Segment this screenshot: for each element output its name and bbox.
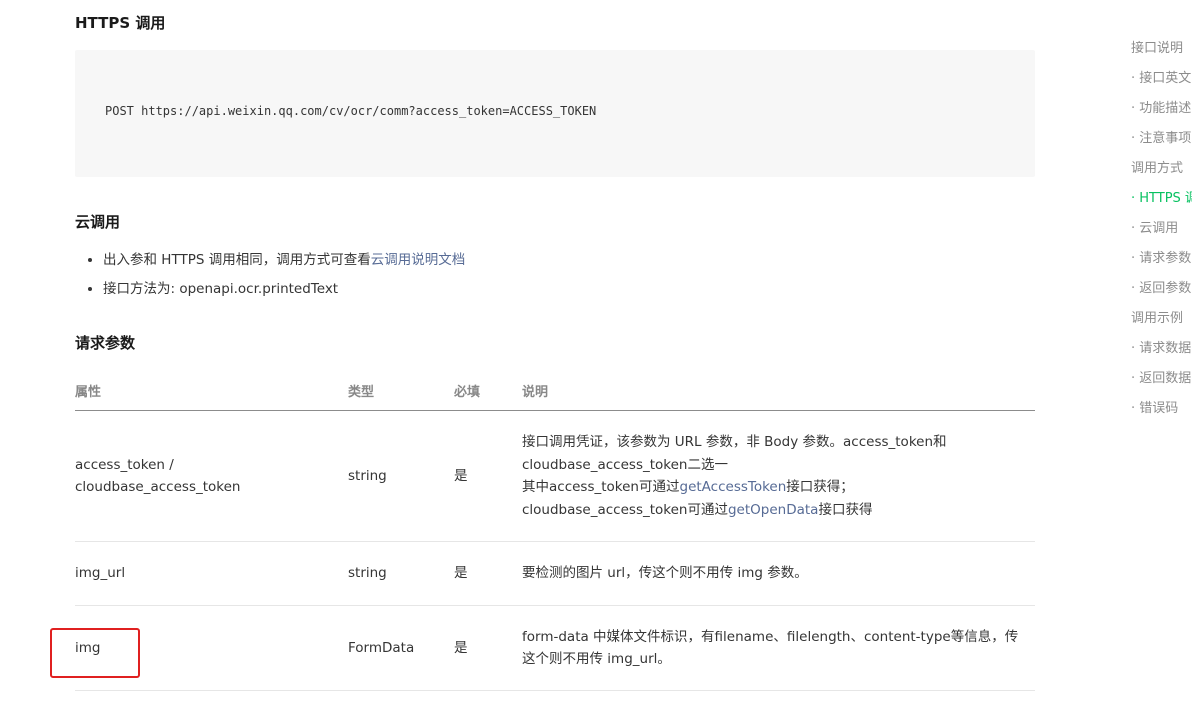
toc-item-return-params[interactable]: · 返回参数: [1131, 274, 1192, 304]
param-required: 是: [454, 541, 522, 606]
cloud-doc-link[interactable]: 云调用说明文档: [371, 252, 466, 268]
toc-item-cloud-call[interactable]: · 云调用: [1131, 214, 1192, 244]
table-header-row: 属性 类型 必填 说明: [75, 370, 1035, 411]
params-section-title: 请求参数: [75, 334, 136, 352]
highlight-annotation-box: [50, 628, 140, 678]
table-row: img FormData 是 form-data 中媒体文件标识，有filena…: [75, 605, 1035, 691]
param-name: img_url: [75, 541, 348, 606]
param-name-cell: access_token / cloudbase_access_token: [75, 410, 348, 542]
param-description: form-data 中媒体文件标识，有filename、filelength、c…: [522, 605, 1035, 691]
toc-item-https[interactable]: · HTTPS 调: [1131, 184, 1192, 214]
toc-item-call-example[interactable]: 调用示例: [1131, 304, 1192, 334]
header-required: 必填: [454, 370, 522, 411]
param-type: string: [348, 410, 454, 542]
desc-text: 接口获得: [818, 501, 873, 518]
cloud-section-title: 云调用: [75, 213, 121, 231]
https-section-title: HTTPS 调用: [75, 14, 166, 32]
table-of-contents: 接口说明 · 接口英文 · 功能描述 · 注意事项 调用方式 · HTTPS 调…: [1131, 34, 1192, 424]
get-access-token-link[interactable]: getAccessToken: [680, 479, 787, 495]
param-name-line: cloudbase_access_token: [75, 479, 241, 495]
code-text: POST https://api.weixin.qq.com/cv/ocr/co…: [105, 104, 597, 118]
desc-line: 其中access_token可通过getAccessToken接口获得；: [522, 476, 1035, 499]
param-description: 接口调用凭证，该参数为 URL 参数，非 Body 参数。access_toke…: [522, 410, 1035, 542]
desc-text: 接口获得；: [786, 479, 854, 495]
toc-item-english-name[interactable]: · 接口英文: [1131, 64, 1192, 94]
param-required: 是: [454, 410, 522, 542]
desc-line: cloudbase_access_token可通过getOpenData接口获得: [522, 499, 1035, 522]
list-item: 接口方法为: openapi.ocr.printedText: [103, 275, 465, 304]
params-table: 属性 类型 必填 说明 access_token / cloudbase_acc…: [75, 370, 1035, 691]
header-type: 类型: [348, 370, 454, 411]
param-name-line: access_token /: [75, 456, 174, 473]
bullet-text: 出入参和 HTTPS 调用相同，调用方式可查看: [103, 252, 371, 268]
param-type: FormData: [348, 605, 454, 691]
desc-text: cloudbase_access_token可通过: [522, 501, 728, 518]
table-row: access_token / cloudbase_access_token st…: [75, 410, 1035, 542]
desc-line: cloudbase_access_token二选一: [522, 456, 728, 473]
cloud-bullet-list: 出入参和 HTTPS 调用相同，调用方式可查看云调用说明文档 接口方法为: op…: [75, 246, 465, 304]
get-open-data-link[interactable]: getOpenData: [728, 502, 818, 518]
list-item: 出入参和 HTTPS 调用相同，调用方式可查看云调用说明文档: [103, 246, 465, 275]
header-attribute: 属性: [75, 370, 348, 411]
toc-item-notes[interactable]: · 注意事项: [1131, 124, 1192, 154]
param-type: string: [348, 541, 454, 606]
table-row: img_url string 是 要检测的图片 url，传这个则不用传 img …: [75, 541, 1035, 606]
param-required: 是: [454, 605, 522, 691]
code-block: POST https://api.weixin.qq.com/cv/ocr/co…: [75, 50, 1035, 177]
header-description: 说明: [522, 370, 1035, 411]
toc-item-error-codes[interactable]: · 错误码: [1131, 394, 1192, 424]
toc-item-interface-desc[interactable]: 接口说明: [1131, 34, 1192, 64]
desc-line: 这个则不用传 img_url。: [522, 651, 671, 667]
desc-line: form-data 中媒体文件标识，有filename、filelength、c…: [522, 628, 1019, 645]
toc-item-request-params[interactable]: · 请求参数: [1131, 244, 1192, 274]
toc-item-request-data[interactable]: · 请求数据: [1131, 334, 1192, 364]
param-description: 要检测的图片 url，传这个则不用传 img 参数。: [522, 541, 1035, 606]
toc-item-call-method[interactable]: 调用方式: [1131, 154, 1192, 184]
desc-text: 其中access_token可通过: [522, 479, 680, 495]
toc-item-return-data[interactable]: · 返回数据: [1131, 364, 1192, 394]
toc-item-function-desc[interactable]: · 功能描述: [1131, 94, 1192, 124]
desc-line: 接口调用凭证，该参数为 URL 参数，非 Body 参数。access_toke…: [522, 434, 947, 450]
